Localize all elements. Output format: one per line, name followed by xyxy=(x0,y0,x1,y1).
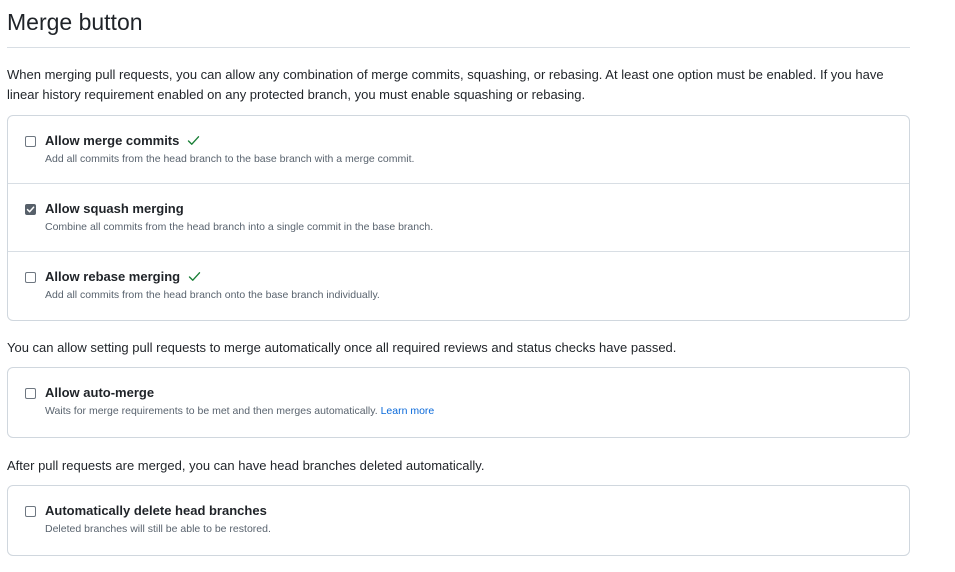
option-row-auto-merge: Allow auto-merge Waits for merge require… xyxy=(8,368,909,437)
green-check-icon xyxy=(188,272,201,281)
rebase-merging-label[interactable]: Allow rebase merging xyxy=(45,268,201,286)
learn-more-link[interactable]: Learn more xyxy=(381,405,435,417)
merge-commits-description: Add all commits from the head branch to … xyxy=(45,153,415,165)
delete-branches-description: Deleted branches will still be able to b… xyxy=(45,523,271,535)
auto-merge-intro-text: You can allow setting pull requests to m… xyxy=(7,340,677,355)
section-heading: Merge button xyxy=(7,9,143,35)
option-row-squash-merging: Allow squash merging Combine all commits… xyxy=(8,184,909,252)
option-row-delete-branches: Automatically delete head branches Delet… xyxy=(8,486,909,555)
auto-merge-description: Waits for merge requirements to be met a… xyxy=(45,405,435,417)
option-row-merge-commits: Allow merge commits Add all commits from… xyxy=(8,116,909,184)
rebase-merging-description: Add all commits from the head branch ont… xyxy=(45,289,380,301)
rebase-merging-checkbox[interactable] xyxy=(25,272,36,283)
heading-divider xyxy=(7,47,910,48)
merge-intro-text: When merging pull requests, you can allo… xyxy=(7,67,884,102)
checkmark-icon xyxy=(26,206,35,213)
delete-branches-intro-text: After pull requests are merged, you can … xyxy=(7,458,485,473)
squash-merging-label[interactable]: Allow squash merging xyxy=(45,200,184,218)
option-row-rebase-merging: Allow rebase merging Add all commits fro… xyxy=(8,252,909,320)
merge-commits-label[interactable]: Allow merge commits xyxy=(45,132,200,150)
auto-merge-checkbox[interactable] xyxy=(25,388,36,399)
auto-merge-box: Allow auto-merge Waits for merge require… xyxy=(7,367,910,438)
squash-merging-checkbox[interactable] xyxy=(25,204,36,215)
delete-branches-box: Automatically delete head branches Delet… xyxy=(7,485,910,556)
squash-merging-description: Combine all commits from the head branch… xyxy=(45,221,434,233)
auto-merge-label[interactable]: Allow auto-merge xyxy=(45,384,154,402)
delete-branches-checkbox[interactable] xyxy=(25,506,36,517)
merge-options-box: Allow merge commits Add all commits from… xyxy=(7,115,910,321)
merge-commits-checkbox[interactable] xyxy=(25,136,36,147)
delete-branches-label[interactable]: Automatically delete head branches xyxy=(45,502,267,520)
green-check-icon xyxy=(188,136,200,145)
